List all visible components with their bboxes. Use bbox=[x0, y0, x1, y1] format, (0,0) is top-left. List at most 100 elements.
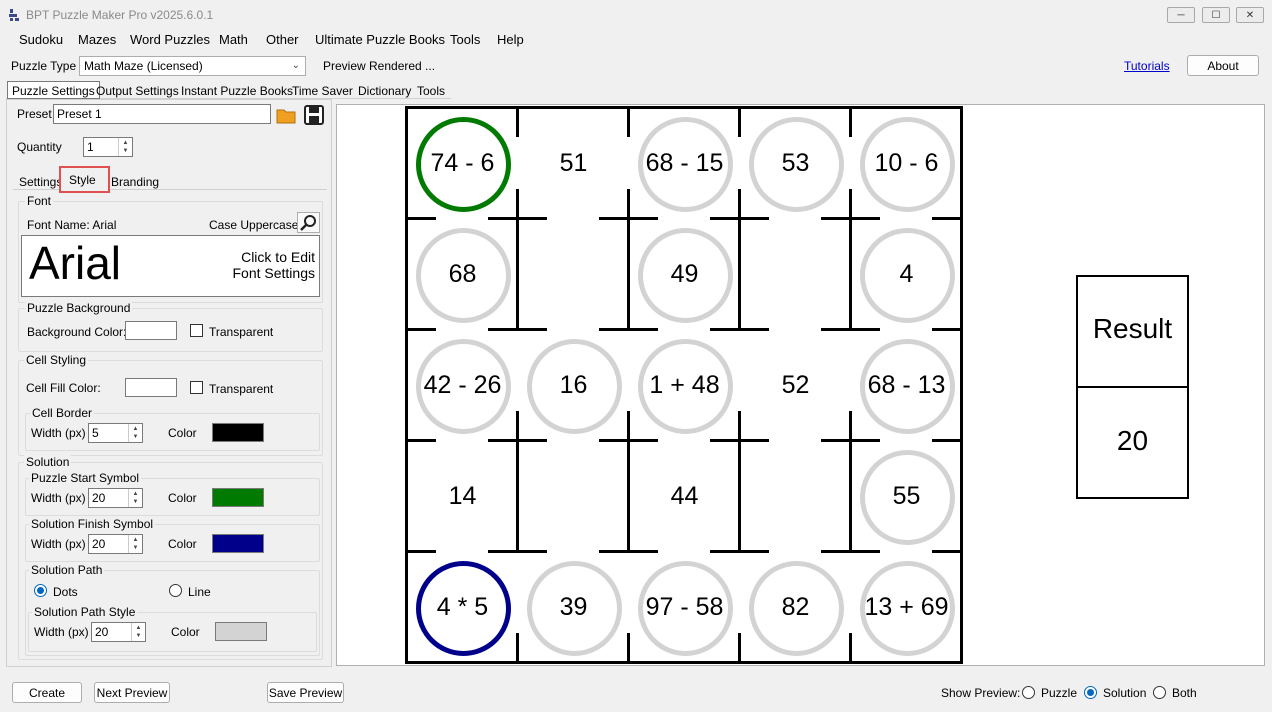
maze-wall bbox=[405, 550, 436, 553]
font-edit-line1: Click to Edit bbox=[241, 249, 315, 265]
preset-label: Preset bbox=[17, 107, 52, 121]
solution-path-title: Solution Path bbox=[29, 563, 105, 577]
finish-width-label: Width (px) bbox=[31, 537, 86, 551]
tab-dictionary[interactable]: Dictionary bbox=[354, 82, 415, 100]
maze-cell: 10 - 6 bbox=[874, 149, 939, 177]
maze-cell: 1 + 48 bbox=[649, 371, 720, 399]
show-puzzle-radio[interactable] bbox=[1022, 686, 1035, 699]
cell-fill-swatch[interactable] bbox=[125, 378, 177, 397]
maze-wall bbox=[405, 106, 963, 109]
puzzle-type-select[interactable]: Math Maze (Licensed) ⌄ bbox=[79, 56, 306, 76]
solution-title: Solution bbox=[24, 455, 72, 469]
tutorials-link[interactable]: Tutorials bbox=[1124, 59, 1170, 73]
minimize-button[interactable]: ─ bbox=[1167, 7, 1195, 23]
stepper-arrows-icon[interactable]: ▲ ▼ bbox=[131, 623, 145, 641]
font-edit-hint: Click to Edit Font Settings bbox=[213, 249, 316, 281]
finish-color-swatch[interactable] bbox=[212, 534, 264, 553]
finish-width-stepper[interactable]: 20 ▲ ▼ bbox=[88, 534, 143, 554]
menu-ultimate-puzzle-books[interactable]: Ultimate Puzzle Books bbox=[315, 32, 445, 47]
start-width-stepper[interactable]: 20 ▲ ▼ bbox=[88, 488, 143, 508]
maze-wall bbox=[849, 217, 852, 331]
stepper-arrows-icon[interactable]: ▲ ▼ bbox=[128, 424, 142, 442]
tab-time-saver[interactable]: Time Saver bbox=[288, 82, 357, 100]
quantity-stepper[interactable]: 1 ▲ ▼ bbox=[83, 137, 133, 157]
tab-tools[interactable]: Tools bbox=[413, 82, 449, 100]
background-transparent-checkbox[interactable] bbox=[190, 324, 203, 337]
maze-cell: 53 bbox=[781, 149, 810, 177]
tab-output-settings[interactable]: Output Settings bbox=[92, 82, 183, 100]
background-color-swatch[interactable] bbox=[125, 321, 177, 340]
menu-tools[interactable]: Tools bbox=[450, 32, 480, 47]
font-group-title: Font bbox=[25, 194, 54, 208]
path-width-stepper[interactable]: 20 ▲ ▼ bbox=[91, 622, 146, 642]
maze-grid: 74 - 6 51 68 - 15 53 10 - 6 68 49 4 42 - 26 16 1 +… bbox=[405, 106, 965, 665]
maze-cell: 39 bbox=[559, 593, 588, 621]
preset-input[interactable]: Preset 1 bbox=[53, 104, 271, 124]
maze-cell: 68 bbox=[448, 260, 477, 288]
magnifier-icon bbox=[300, 215, 316, 231]
subtab-branding[interactable]: Branding bbox=[107, 173, 163, 191]
show-both-radio[interactable] bbox=[1153, 686, 1166, 699]
menu-math[interactable]: Math bbox=[219, 32, 248, 47]
finish-color-label: Color bbox=[168, 537, 197, 551]
cell-styling-title: Cell Styling bbox=[24, 353, 89, 367]
open-folder-icon[interactable] bbox=[275, 104, 297, 126]
cell-border-width-stepper[interactable]: 5 ▲ ▼ bbox=[88, 423, 143, 443]
maze-cell: 13 + 69 bbox=[864, 593, 949, 621]
maze-wall bbox=[516, 439, 519, 553]
start-color-swatch[interactable] bbox=[212, 488, 264, 507]
font-name-label: Font Name: Arial bbox=[27, 218, 117, 232]
maze-cell bbox=[518, 219, 629, 330]
path-dots-radio[interactable] bbox=[34, 584, 47, 597]
font-search-button[interactable] bbox=[297, 212, 320, 233]
menu-other[interactable]: Other bbox=[266, 32, 299, 47]
save-icon[interactable] bbox=[303, 104, 325, 126]
font-sample: Arial bbox=[29, 237, 122, 289]
result-label: Result bbox=[1092, 313, 1173, 344]
save-preview-button[interactable]: Save Preview bbox=[267, 682, 344, 703]
maze-wall bbox=[932, 439, 963, 442]
path-color-label: Color bbox=[171, 625, 200, 639]
cell-fill-label: Cell Fill Color: bbox=[26, 381, 101, 395]
result-divider bbox=[1076, 386, 1189, 388]
stepper-arrows-icon[interactable]: ▲ ▼ bbox=[128, 489, 142, 507]
subtab-style[interactable]: Style bbox=[59, 166, 110, 193]
maze-wall bbox=[821, 328, 880, 331]
menu-help[interactable]: Help bbox=[497, 32, 524, 47]
maze-wall bbox=[516, 106, 519, 137]
menu-mazes[interactable]: Mazes bbox=[78, 32, 116, 47]
path-line-radio[interactable] bbox=[169, 584, 182, 597]
path-width-label: Width (px) bbox=[34, 625, 89, 639]
maze-cell: 55 bbox=[892, 482, 921, 510]
menu-word-puzzles[interactable]: Word Puzzles bbox=[130, 32, 210, 47]
show-puzzle-label: Puzzle bbox=[1041, 686, 1078, 700]
stepper-arrows-icon[interactable]: ▲ ▼ bbox=[118, 138, 132, 156]
maze-cell: 97 - 58 bbox=[645, 593, 724, 621]
maze-cell: 68 - 13 bbox=[867, 371, 946, 399]
cell-border-color-label: Color bbox=[168, 426, 197, 440]
path-color-swatch[interactable] bbox=[215, 622, 267, 641]
finish-symbol-title: Solution Finish Symbol bbox=[29, 517, 156, 531]
maze-wall bbox=[627, 217, 630, 331]
about-button[interactable]: About bbox=[1187, 55, 1259, 76]
tab-instant-puzzle-books[interactable]: Instant Puzzle Books bbox=[177, 82, 297, 100]
cell-transparent-checkbox[interactable] bbox=[190, 381, 203, 394]
cell-border-color-swatch[interactable] bbox=[212, 423, 264, 442]
cell-border-title: Cell Border bbox=[30, 406, 95, 420]
stepper-arrows-icon[interactable]: ▲ ▼ bbox=[128, 535, 142, 553]
maximize-button[interactable]: ☐ bbox=[1202, 7, 1230, 23]
menu-sudoku[interactable]: Sudoku bbox=[19, 32, 63, 47]
maze-wall bbox=[849, 633, 852, 664]
maze-wall bbox=[627, 633, 630, 664]
maze-wall bbox=[627, 439, 630, 553]
next-preview-button[interactable]: Next Preview bbox=[94, 682, 170, 703]
show-solution-radio[interactable] bbox=[1084, 686, 1097, 699]
maze-cell: 4 bbox=[899, 260, 914, 288]
tab-puzzle-settings[interactable]: Puzzle Settings bbox=[7, 81, 100, 99]
app-icon bbox=[9, 9, 19, 21]
chevron-down-icon: ⌄ bbox=[291, 60, 300, 71]
maze-wall bbox=[738, 217, 741, 331]
create-button[interactable]: Create bbox=[12, 682, 82, 703]
close-button[interactable]: ✕ bbox=[1236, 7, 1264, 23]
maze-wall bbox=[405, 217, 436, 220]
